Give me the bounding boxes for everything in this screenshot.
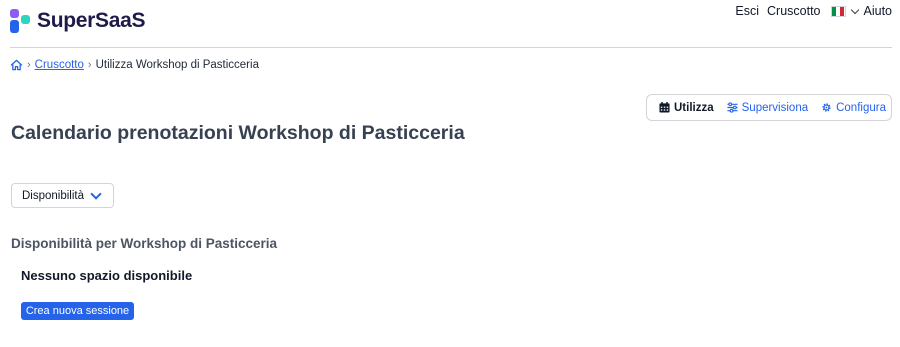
view-select-value: Disponibilità: [22, 189, 85, 202]
no-slots-message: Nessuno spazio disponibile: [21, 268, 193, 283]
view-select-dropdown[interactable]: Disponibilità: [11, 183, 114, 208]
breadcrumb-dashboard-link[interactable]: Cruscotto: [35, 59, 84, 71]
supersaas-logo[interactable]: SuperSaaS: [10, 9, 145, 33]
page-title: Calendario prenotazioni Workshop di Past…: [11, 122, 465, 144]
sliders-icon: [727, 102, 738, 113]
header-divider: [10, 47, 892, 48]
mode-configure-label: Configura: [836, 101, 886, 114]
breadcrumb-separator: ›: [27, 59, 31, 71]
mode-switcher: Utilizza Supervisiona Configura: [646, 94, 892, 121]
dashboard-link[interactable]: Cruscotto: [767, 4, 821, 18]
mode-supervise-label: Supervisiona: [741, 101, 809, 114]
italian-flag-icon[interactable]: [830, 5, 846, 17]
chevron-down-icon: [90, 188, 102, 200]
gear-icon: [822, 103, 831, 112]
mode-supervise-tab[interactable]: Supervisiona: [727, 102, 808, 114]
help-link[interactable]: Aiuto: [864, 4, 893, 18]
availability-section-title: Disponibilità per Workshop di Pasticceri…: [11, 236, 278, 251]
app-header: SuperSaaS Esci Cruscotto Aiuto: [0, 0, 900, 48]
mode-configure-tab[interactable]: Configura: [821, 102, 886, 114]
logo-icon: [10, 9, 32, 33]
breadcrumb-separator: ›: [87, 59, 92, 71]
mode-use-tab[interactable]: Utilizza: [659, 102, 714, 114]
brand-name: SuperSaaS: [37, 9, 146, 32]
language-chevron-down-icon[interactable]: [850, 5, 859, 14]
home-icon[interactable]: [10, 59, 23, 71]
calendar-icon: [659, 102, 670, 113]
mode-use-label: Utilizza: [674, 101, 714, 114]
breadcrumb: › Cruscotto › Utilizza Workshop di Pasti…: [10, 59, 259, 71]
create-session-button[interactable]: Crea nuova sessione: [21, 302, 134, 320]
top-navigation: Esci Cruscotto Aiuto: [735, 4, 892, 18]
logout-link[interactable]: Esci: [735, 4, 759, 18]
breadcrumb-current: Utilizza Workshop di Pasticceria: [95, 59, 259, 71]
